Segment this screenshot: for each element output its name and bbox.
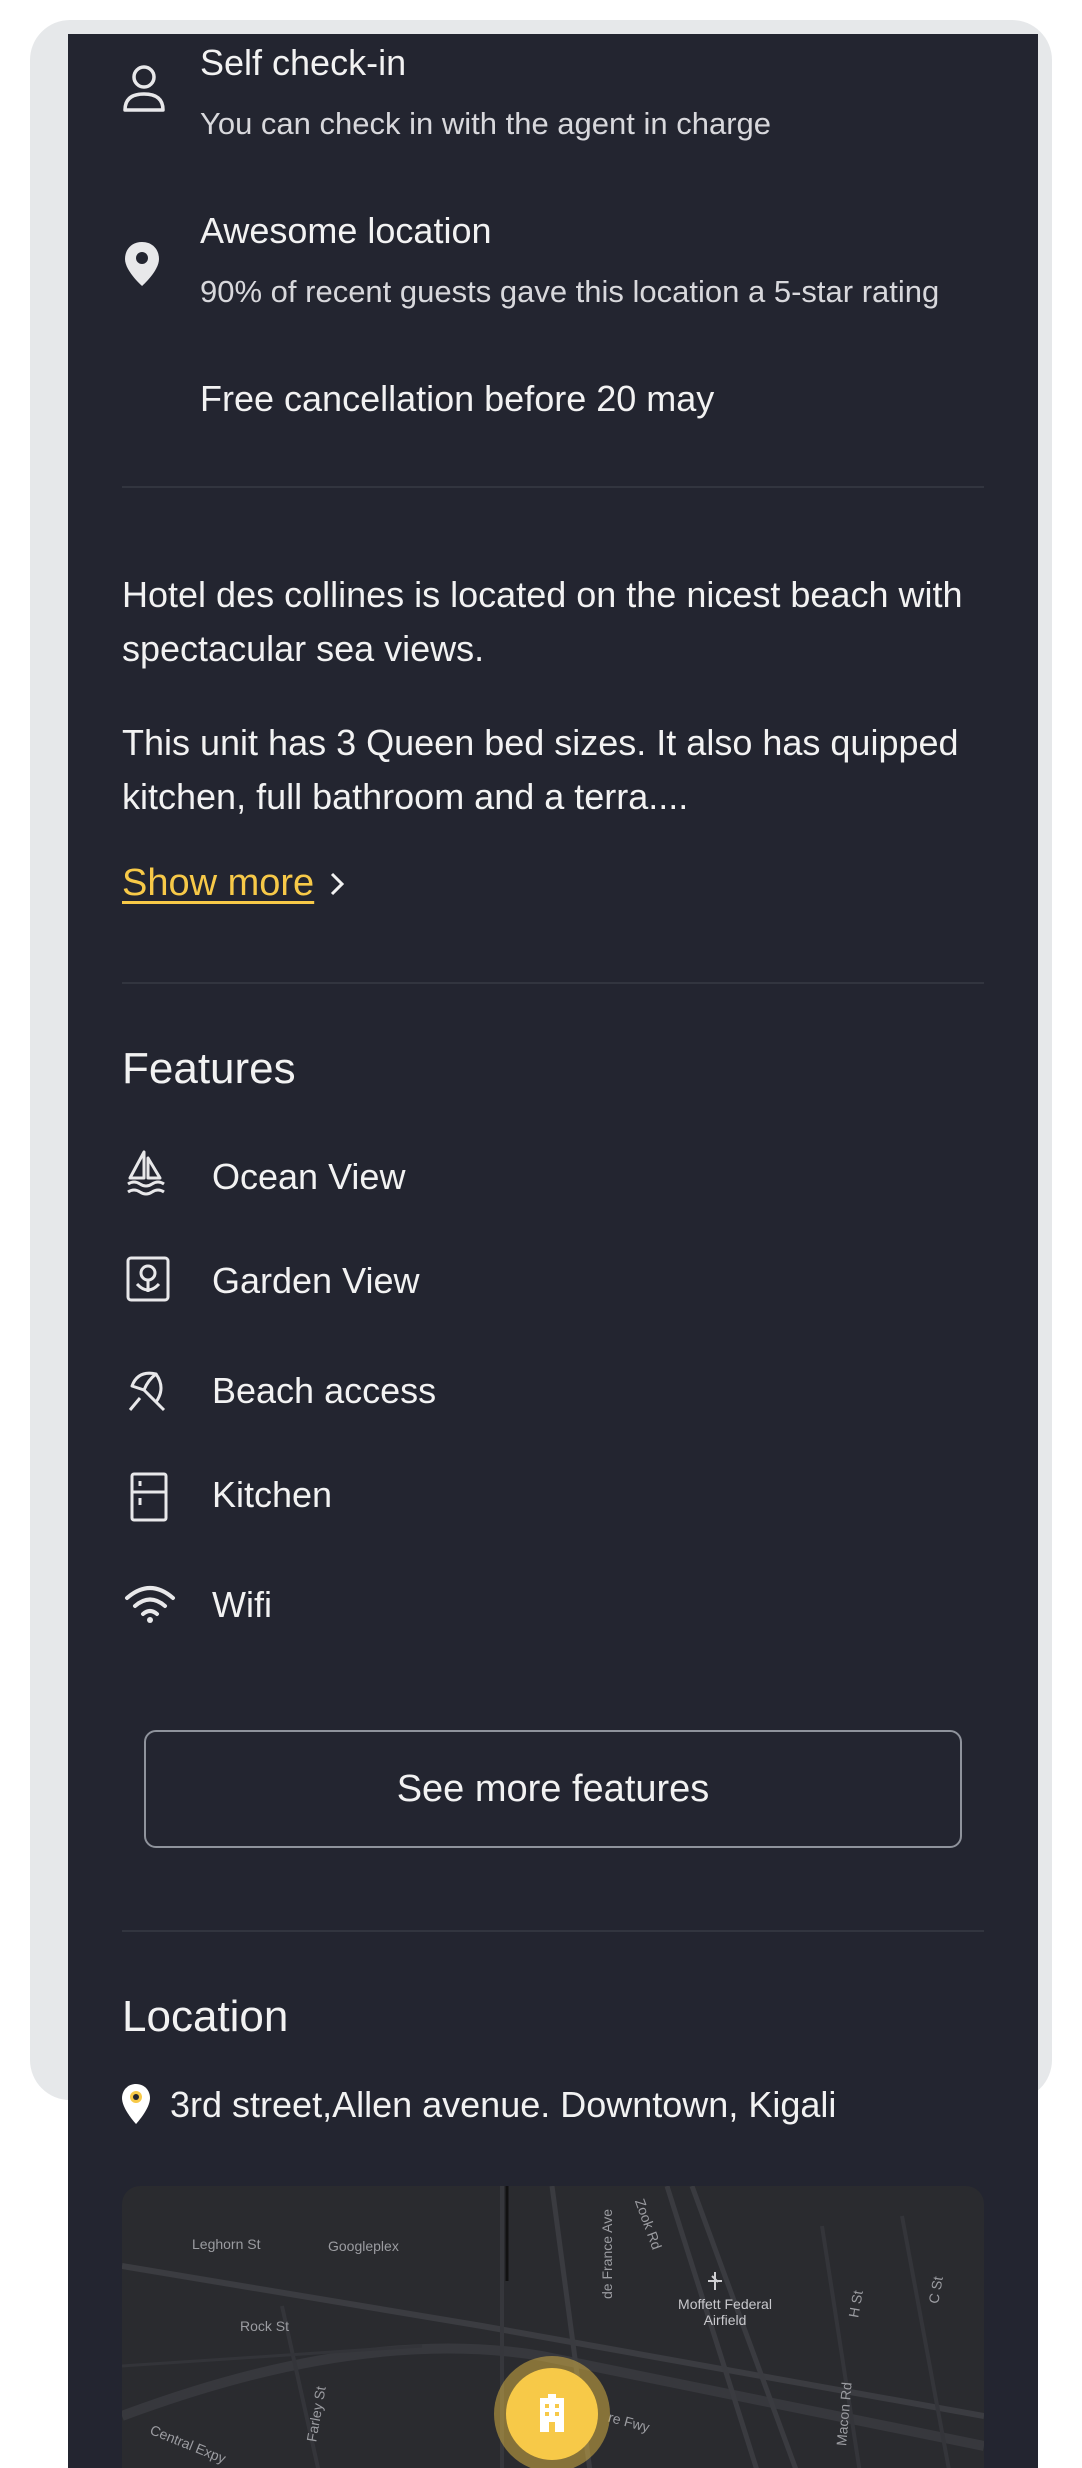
flower-icon [126,1256,170,1302]
feature-label: Kitchen [212,1474,333,1515]
show-more-link[interactable]: Show more [122,862,346,905]
listing-details-screen: Self check-in You can check in with the … [68,34,1038,2468]
map-label: Leghorn St [192,2236,261,2252]
fridge-icon [130,1472,168,1522]
map-label: Rock St [240,2318,290,2334]
map-pin-icon [122,2084,150,2124]
chevron-right-icon [331,872,345,895]
map-label: Moffett Federal Airfield [678,2296,772,2328]
feature-label: Beach access [212,1370,437,1411]
see-more-features-button[interactable]: See more features [144,1730,962,1848]
map-label: Googleplex [328,2238,399,2254]
feature-label: Ocean View [212,1156,406,1197]
description-paragraph: This unit has 3 Queen bed sizes. It also… [122,722,959,817]
location-title: Location [122,1992,289,2041]
highlight-title: Self check-in [200,42,407,83]
divider [122,1930,984,1932]
location-pin-icon [125,242,159,286]
address-text: 3rd street,Allen avenue. Downtown, Kigal… [170,2084,837,2125]
hotel-marker[interactable] [506,2368,598,2460]
show-more-label[interactable]: Show more [122,862,314,905]
free-cancellation-text: Free cancellation before 20 may [200,378,715,419]
sailboat-icon [127,1150,165,1196]
highlight-subtitle: 90% of recent guests gave this location … [200,274,940,309]
highlight-title: Awesome location [200,210,492,251]
feature-label: Wifi [212,1584,272,1625]
feature-label: Garden View [212,1260,420,1301]
features-title: Features [122,1044,296,1093]
description-paragraph: Hotel des collines is located on the nic… [122,574,963,669]
hotel-icon [540,2394,564,2432]
wifi-icon [125,1586,175,1623]
highlight-subtitle: You can check in with the agent in charg… [200,106,772,141]
divider [122,486,984,488]
map-label: de France Ave [599,2208,616,2300]
divider [122,982,984,984]
umbrella-icon [128,1371,166,1412]
person-icon [123,65,165,112]
location-map[interactable]: Leghorn St Googleplex de France Ave Zook… [122,2186,984,2468]
